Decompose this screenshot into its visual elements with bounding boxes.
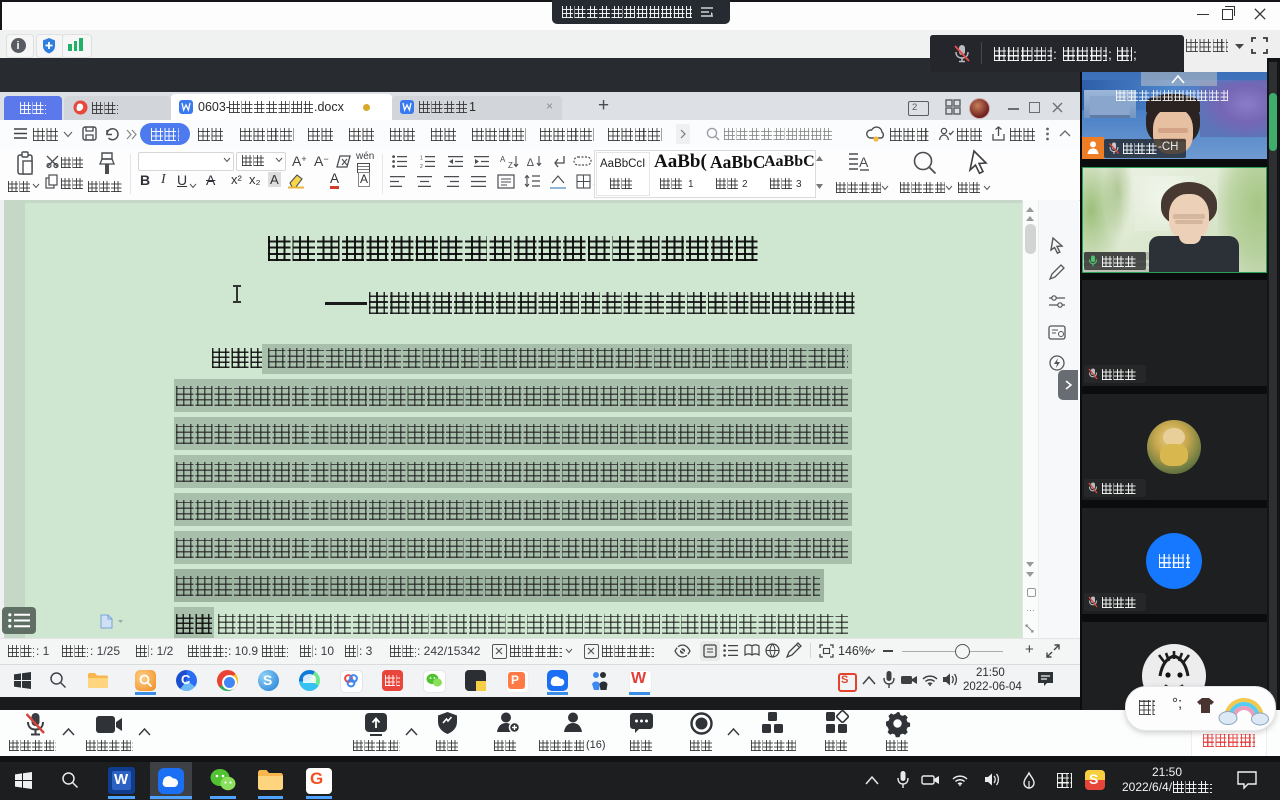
svg-text:Z: Z (508, 161, 513, 170)
svg-text:∆: ∆ (527, 157, 534, 169)
svg-text:A: A (500, 155, 506, 164)
svg-text:A: A (859, 154, 869, 170)
svg-text:1: 1 (420, 156, 423, 162)
svg-text:2: 2 (420, 164, 423, 170)
